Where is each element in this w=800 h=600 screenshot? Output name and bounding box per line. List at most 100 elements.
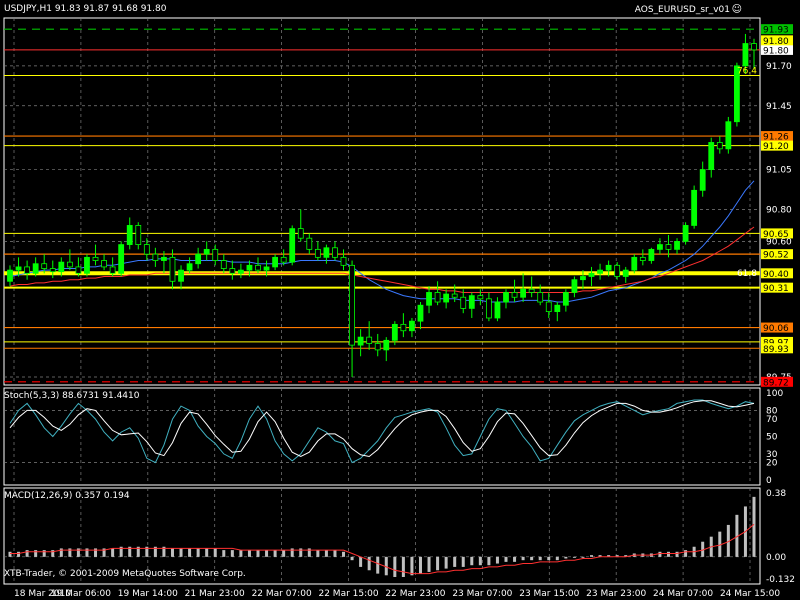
candle[interactable] [332, 241, 338, 261]
candle-body [152, 253, 159, 261]
macd-bar [17, 551, 21, 557]
candle[interactable] [84, 254, 90, 277]
macd-bar [265, 550, 269, 557]
smiley-icon: ☺ [731, 4, 742, 15]
candle[interactable] [195, 247, 202, 269]
candle[interactable] [691, 185, 698, 229]
candle[interactable] [648, 247, 655, 264]
candle[interactable] [289, 225, 296, 266]
candle[interactable] [66, 249, 73, 271]
price-tag-label: 91.80 [763, 37, 789, 47]
candle[interactable] [751, 38, 757, 70]
candle[interactable] [357, 329, 364, 357]
candle[interactable] [503, 289, 509, 309]
macd-bar [42, 550, 46, 557]
candle[interactable] [614, 262, 621, 280]
candle-body [657, 244, 663, 250]
candle[interactable] [220, 254, 227, 274]
candle[interactable] [101, 254, 107, 271]
macd-bar [590, 555, 594, 557]
price-candles[interactable] [7, 33, 757, 378]
candle[interactable] [622, 266, 629, 283]
candle[interactable] [126, 217, 133, 250]
candle[interactable] [32, 257, 39, 277]
candle[interactable] [434, 281, 441, 306]
candle[interactable] [699, 161, 706, 197]
candle[interactable] [169, 249, 176, 290]
candle[interactable] [400, 313, 407, 338]
candle[interactable] [109, 257, 116, 277]
candle[interactable] [631, 254, 638, 274]
candle-body [451, 293, 458, 298]
candle[interactable] [426, 286, 432, 314]
candle[interactable] [178, 265, 184, 290]
candle[interactable] [152, 247, 159, 267]
candle[interactable] [545, 292, 552, 318]
candle[interactable] [639, 249, 646, 266]
candle-body [203, 248, 210, 255]
candle[interactable] [494, 297, 501, 322]
candle[interactable] [674, 238, 680, 255]
candle[interactable] [597, 263, 603, 280]
candle[interactable] [657, 238, 663, 255]
candle-body [297, 228, 304, 239]
candle[interactable] [349, 260, 355, 378]
fib-level-label: 76.4 [737, 66, 757, 76]
candle[interactable] [203, 241, 210, 261]
candle-body [503, 292, 509, 303]
candle[interactable] [24, 260, 31, 280]
candle-body [468, 295, 475, 309]
candle-body [332, 247, 338, 258]
candle[interactable] [92, 244, 99, 266]
candle[interactable] [229, 260, 236, 280]
candle[interactable] [49, 260, 56, 279]
candle[interactable] [272, 254, 279, 271]
candle[interactable] [135, 222, 142, 250]
candle[interactable] [708, 137, 715, 178]
macd-bar [188, 548, 192, 557]
candle[interactable] [212, 244, 219, 266]
macd-bar [555, 556, 559, 561]
candle[interactable] [468, 292, 475, 318]
candle[interactable] [716, 136, 723, 154]
candle[interactable] [7, 265, 13, 287]
candle[interactable] [255, 257, 261, 274]
candle[interactable] [443, 289, 450, 309]
candle-body [716, 142, 723, 150]
candle[interactable] [409, 317, 415, 338]
candle[interactable] [725, 116, 732, 154]
candle[interactable] [554, 302, 561, 322]
candle[interactable] [374, 333, 381, 357]
candle[interactable] [571, 276, 578, 298]
macd-bar [333, 550, 337, 557]
candle[interactable] [417, 302, 424, 330]
macd-bar [684, 550, 688, 557]
macd-bar [495, 556, 499, 564]
candle[interactable] [588, 266, 595, 287]
time-axis-label: 24 Mar 15:00 [720, 589, 780, 599]
candle[interactable] [297, 209, 304, 242]
stoch-axis-label: 20 [766, 459, 778, 469]
candle[interactable] [306, 233, 313, 255]
macd-bar [393, 556, 397, 577]
candle-body [7, 269, 13, 282]
candle[interactable] [511, 279, 518, 303]
candle-body [434, 292, 441, 303]
candle[interactable] [366, 321, 373, 350]
candle[interactable] [118, 241, 125, 277]
candle-body [699, 169, 706, 191]
candle[interactable] [562, 289, 569, 312]
macd-bar [350, 556, 354, 561]
candle[interactable] [75, 257, 82, 277]
candle[interactable] [340, 249, 347, 271]
candle[interactable] [682, 222, 689, 245]
candle-body [545, 301, 552, 313]
candle[interactable] [186, 257, 193, 274]
candle-body [494, 301, 501, 319]
candle[interactable] [237, 263, 244, 279]
candle[interactable] [383, 337, 390, 362]
macd-bar [170, 548, 174, 557]
candle[interactable] [485, 292, 492, 322]
candle[interactable] [314, 241, 321, 261]
price-tag-label: 90.40 [763, 270, 789, 280]
